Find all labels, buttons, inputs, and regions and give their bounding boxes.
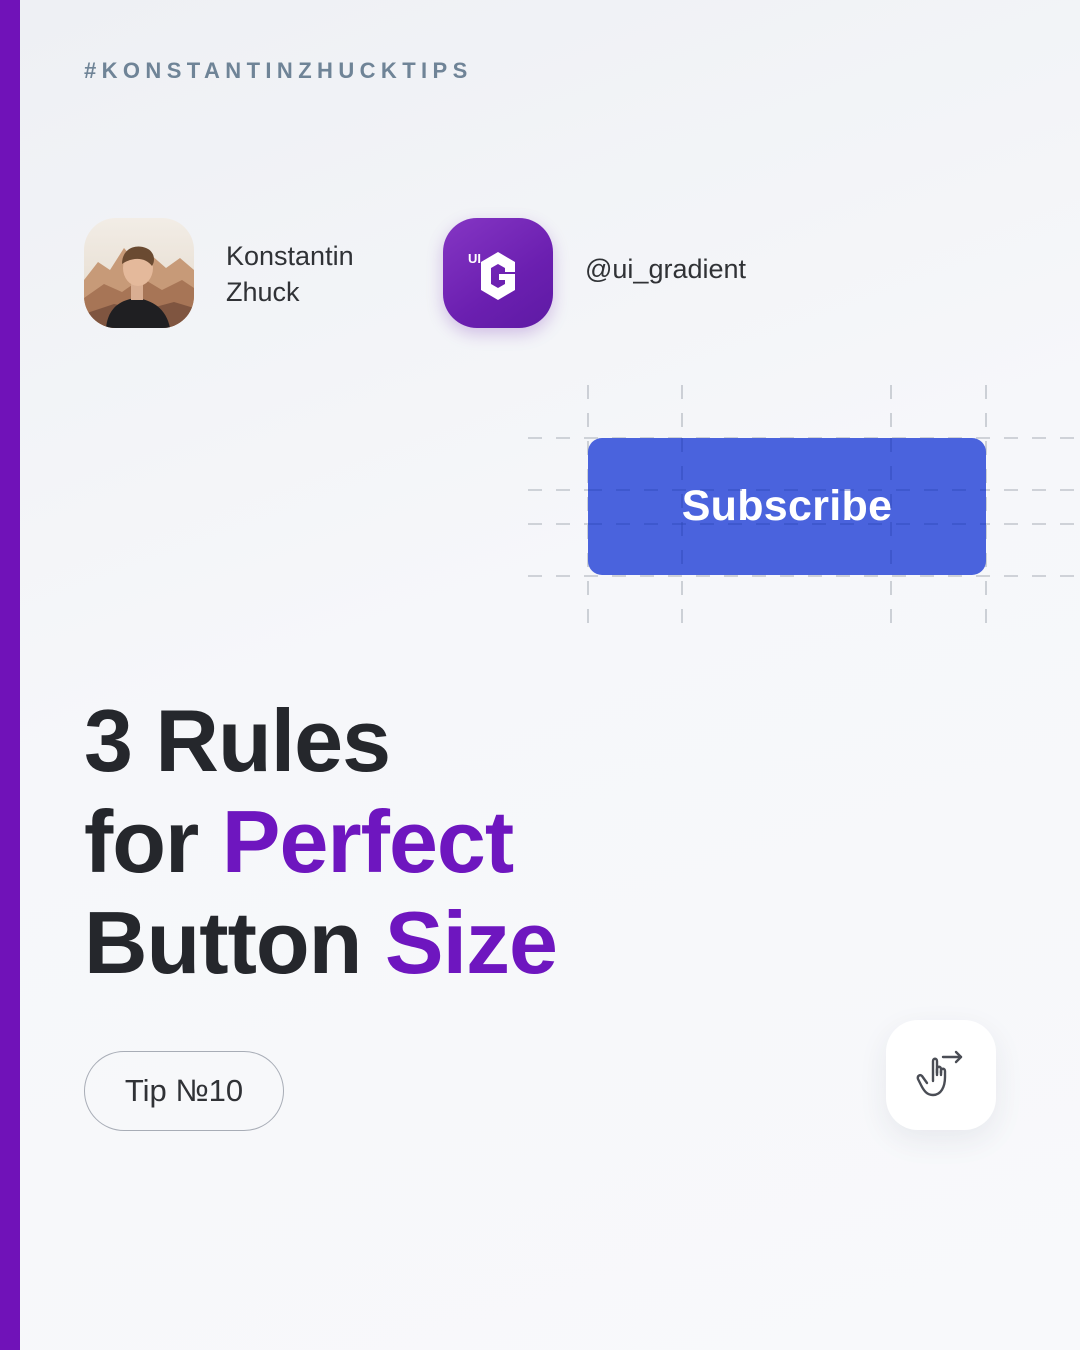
- ui-gradient-logo-icon: UI: [468, 251, 515, 300]
- hashtag-title: #KONSTANTINZHUCKTIPS: [84, 58, 473, 83]
- headline-line-3: Button Size: [84, 892, 558, 993]
- author-last-name: Zhuck: [226, 277, 300, 307]
- brand-handle: @ui_gradient: [585, 254, 747, 284]
- swipe-hand-icon: [916, 1050, 963, 1097]
- swipe-hint-card[interactable]: [886, 1020, 996, 1130]
- subscribe-button[interactable]: Subscribe: [588, 438, 986, 575]
- headline-line-2: for Perfect: [84, 791, 557, 892]
- headline: 3 Rules for Perfect Button Size: [84, 690, 558, 993]
- button-overlay-guides: [588, 438, 986, 576]
- ui-gradient-logo: UI: [443, 218, 553, 328]
- accent-side-bar: [0, 0, 20, 1350]
- tip-badge[interactable]: Tip №10: [84, 1051, 284, 1131]
- author-avatar: [84, 218, 194, 328]
- headline-line-3-plain: Button: [84, 893, 385, 992]
- headline-line-1: 3 Rules: [84, 691, 391, 790]
- headline-line-3-accent: Size: [384, 893, 558, 992]
- layout-guides: [528, 385, 1080, 636]
- author-name: Konstantin Zhuck: [226, 238, 426, 310]
- author-photo-icon: [84, 218, 194, 328]
- headline-line-2-plain: for: [84, 792, 222, 891]
- headline-line-2-accent: Perfect: [221, 792, 514, 891]
- author-first-name: Konstantin: [226, 241, 354, 271]
- logo-text: UI: [468, 251, 481, 266]
